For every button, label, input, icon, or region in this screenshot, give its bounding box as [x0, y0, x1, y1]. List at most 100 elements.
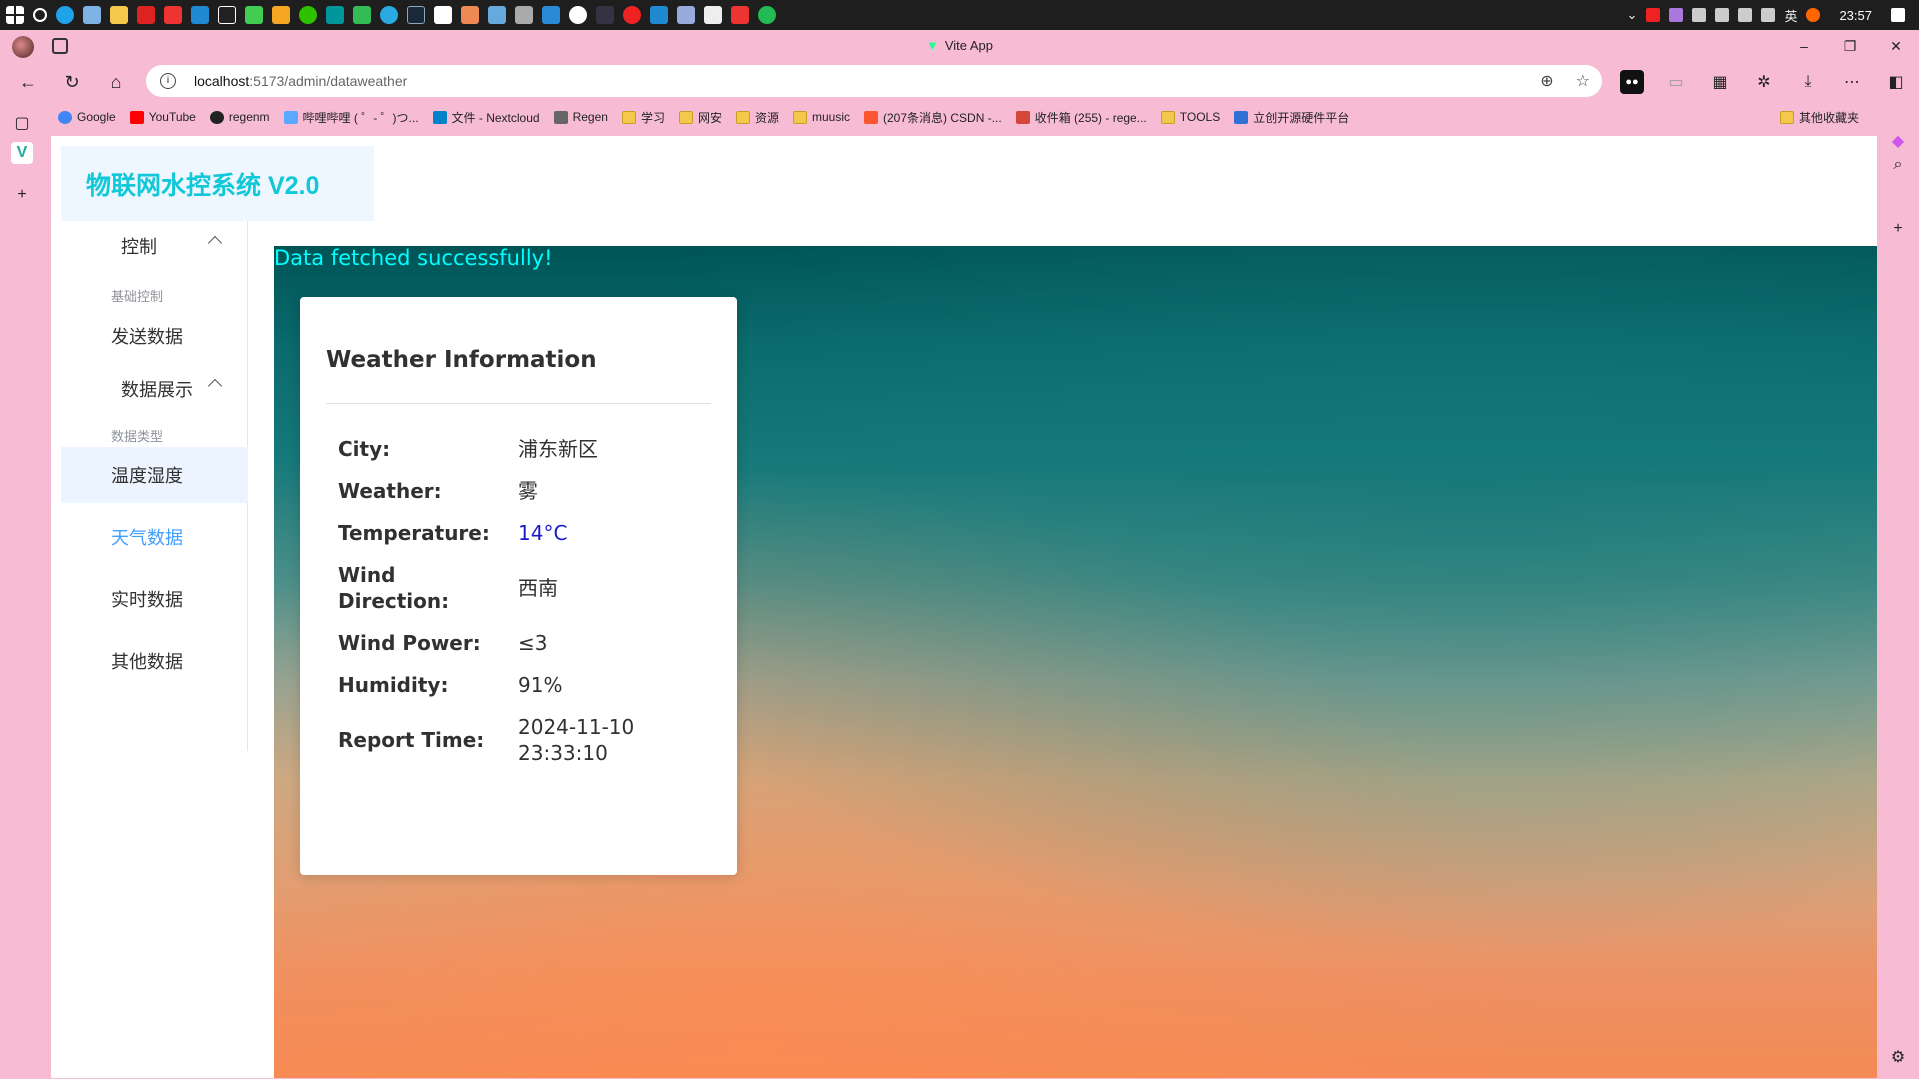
favorite-star-icon[interactable]: ☆	[1576, 71, 1590, 91]
extension-icon-2[interactable]: ▭	[1664, 70, 1688, 94]
volume-icon[interactable]	[1738, 8, 1753, 22]
close-window-button[interactable]: ✕	[1873, 30, 1919, 62]
wps-icon[interactable]	[137, 6, 155, 24]
file-explorer-icon[interactable]	[110, 6, 128, 24]
app-icon-10[interactable]	[677, 6, 695, 24]
bookmark-nextcloud[interactable]: 文件 - Nextcloud	[432, 109, 540, 126]
search-icon[interactable]	[33, 8, 47, 22]
site-info-icon[interactable]: i	[160, 73, 176, 89]
menu-item-temp-humidity[interactable]: 温度湿度	[61, 447, 248, 503]
extension-icon-1[interactable]: ●●	[1620, 70, 1644, 94]
menu-group-data-display[interactable]: 数据展示	[61, 364, 248, 414]
app-icon-11[interactable]	[704, 6, 722, 24]
app-icon-7[interactable]	[542, 6, 560, 24]
more-menu-icon[interactable]: ⋯	[1840, 70, 1864, 94]
bookmark-label: 收件箱 (255) - rege...	[1034, 110, 1147, 125]
card-title: Weather Information	[326, 347, 711, 404]
jetbrains-icon[interactable]	[218, 6, 236, 24]
bookmark-folder-study[interactable]: 学习	[621, 109, 665, 126]
menu-group-control[interactable]: 控制	[61, 221, 248, 271]
typora-icon[interactable]	[434, 6, 452, 24]
network-icon[interactable]	[1715, 8, 1730, 22]
arduino-icon[interactable]	[326, 6, 344, 24]
reload-button[interactable]: ↻	[60, 70, 84, 94]
menu-item-realtime[interactable]: 实时数据	[61, 571, 248, 627]
new-tab-icon[interactable]: +	[11, 184, 33, 206]
steam-icon[interactable]	[407, 6, 425, 24]
bookmark-youtube[interactable]: YouTube	[129, 110, 196, 124]
vite-icon: ▼	[925, 38, 939, 53]
vivaldi-tray-icon[interactable]	[1646, 8, 1661, 22]
bookmark-google[interactable]: Google	[58, 110, 116, 124]
copilot-icon[interactable]: ◆	[1887, 130, 1909, 152]
back-button[interactable]: ←	[16, 70, 40, 94]
qt-icon[interactable]	[245, 6, 263, 24]
tab-actions-icon[interactable]: ▢	[11, 112, 33, 134]
downloads-icon[interactable]: ⤓	[1796, 70, 1820, 94]
bookmark-gmail[interactable]: 收件箱 (255) - rege...	[1015, 109, 1147, 126]
vite-tab-icon[interactable]: V	[11, 142, 33, 164]
sidebar-settings-icon[interactable]: ⚙	[1887, 1046, 1909, 1068]
bookmark-csdn[interactable]: (207条消息) CSDN -...	[864, 109, 1002, 126]
tray-icon-1[interactable]	[1669, 8, 1684, 22]
bookmark-folder-tools[interactable]: TOOLS	[1160, 110, 1220, 124]
usb-icon[interactable]	[1692, 8, 1707, 22]
menu-item-other[interactable]: 其他数据	[61, 633, 248, 689]
netease-music-icon[interactable]	[623, 6, 641, 24]
sidebar-search-icon[interactable]: ⌕	[1887, 154, 1909, 176]
app-icon-5[interactable]	[488, 6, 506, 24]
app-icon-3[interactable]	[380, 6, 398, 24]
app-icon-8[interactable]	[569, 6, 587, 24]
app-icon-9[interactable]	[596, 6, 614, 24]
sogou-icon[interactable]	[1806, 8, 1821, 22]
extensions-icon[interactable]: ✲	[1752, 70, 1776, 94]
vscode-icon-2[interactable]	[650, 6, 668, 24]
app-icon-6[interactable]	[515, 6, 533, 24]
bookmark-folder-music[interactable]: muusic	[793, 110, 850, 124]
qr-code-icon[interactable]: ▦	[1708, 70, 1732, 94]
ime-indicator[interactable]: 英	[1784, 6, 1797, 25]
app-icon-4[interactable]	[461, 6, 479, 24]
main-content: Data fetched successfully! Weather Infor…	[274, 246, 1877, 1078]
sidebar-toggle-icon[interactable]: ◧	[1884, 70, 1908, 94]
app-icon-1[interactable]	[272, 6, 290, 24]
table-row: Wind Direction: 西南	[326, 554, 711, 622]
start-icon[interactable]	[6, 6, 24, 24]
nextcloud-icon	[432, 110, 447, 124]
chevron-up-icon	[207, 378, 223, 394]
address-bar[interactable]: i localhost:5173/admin/dataweather ⊕ ☆	[146, 65, 1602, 97]
restore-button[interactable]: ❐	[1827, 30, 1873, 62]
xmind-icon[interactable]	[164, 6, 182, 24]
bookmark-folder-resources[interactable]: 资源	[735, 109, 779, 126]
app-icon-12[interactable]	[731, 6, 749, 24]
bookmark-oshwhub[interactable]: 立创开源硬件平台	[1234, 109, 1349, 126]
clock[interactable]: 23:57	[1839, 8, 1872, 23]
bookmark-label: YouTube	[148, 110, 196, 124]
bookmark-github[interactable]: regenm	[209, 110, 270, 124]
app-icon-2[interactable]	[353, 6, 371, 24]
folder-icon	[793, 110, 807, 124]
bookmark-folder-security[interactable]: 网安	[678, 109, 722, 126]
zoom-icon[interactable]: ⊕	[1540, 71, 1553, 91]
app-icon-13[interactable]	[758, 6, 776, 24]
bookmark-other-favorites[interactable]: 其他收藏夹	[1780, 104, 1859, 130]
remote-desktop-icon[interactable]	[83, 6, 101, 24]
sidebar-add-icon[interactable]: +	[1887, 218, 1909, 240]
wechat-icon[interactable]	[299, 6, 317, 24]
status-message: Data fetched successfully!	[274, 246, 553, 270]
bookmark-bilibili[interactable]: 哔哩哔哩 ( ゜- ゜)つ...	[283, 109, 419, 126]
bookmark-regen[interactable]: Regen	[553, 110, 608, 124]
table-row: City: 浦东新区	[326, 428, 711, 470]
chevron-up-icon[interactable]: ⌄	[1627, 7, 1638, 23]
notification-icon[interactable]	[1891, 8, 1905, 22]
vscode-icon[interactable]	[191, 6, 209, 24]
menu-item-weather[interactable]: 天气数据	[61, 509, 248, 565]
battery-icon[interactable]	[1761, 8, 1776, 22]
row-value: 雾	[518, 479, 538, 503]
google-icon	[58, 110, 72, 124]
minimize-button[interactable]: –	[1781, 30, 1827, 62]
menu-item-send-data[interactable]: 发送数据	[61, 308, 248, 364]
home-button[interactable]: ⌂	[104, 70, 128, 94]
row-value: 西南	[518, 576, 558, 600]
edge-icon[interactable]	[56, 6, 74, 24]
